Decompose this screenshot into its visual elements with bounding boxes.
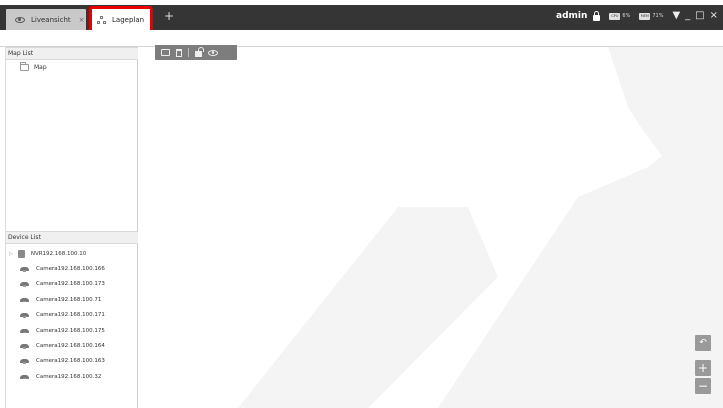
device-row-camera[interactable]: Camera192.168.100.163 — [6, 354, 138, 369]
device-row-camera[interactable]: Camera192.168.100.166 — [6, 261, 138, 276]
device-label: NVR192.168.100.10 — [30, 250, 87, 257]
device-list: ▷ NVR192.168.100.10 Camera192.168.100.16… — [6, 246, 138, 385]
lock-icon[interactable] — [593, 10, 601, 21]
undo-button[interactable]: ↶ — [695, 335, 711, 351]
device-label: Camera192.168.100.166 — [36, 266, 105, 273]
map-folder-icon — [20, 62, 29, 71]
camera-icon — [20, 344, 29, 349]
memory-value: 71% — [652, 13, 664, 19]
app-window: Liveansicht × Lageplan + admin CPU 6% ME… — [0, 0, 723, 408]
device-row-camera[interactable]: Camera192.168.100.32 — [6, 369, 138, 384]
device-label: Camera192.168.100.32 — [36, 373, 102, 380]
watermark-graphic — [238, 47, 723, 408]
camera-icon — [20, 374, 29, 380]
minimize-button[interactable]: _ — [685, 11, 690, 21]
add-tab-button[interactable]: + — [164, 10, 174, 22]
expand-arrow-icon[interactable]: ▷ — [9, 251, 13, 257]
device-row-camera[interactable]: Camera192.168.100.175 — [6, 323, 138, 338]
folder-icon[interactable] — [161, 49, 170, 56]
device-row-camera[interactable]: Camera192.168.100.71 — [6, 292, 138, 307]
zoom-out-button[interactable]: − — [695, 378, 711, 394]
status-area: admin CPU 6% MEM 71% ▼ _ □ × — [556, 8, 723, 24]
device-label: Camera192.168.100.164 — [36, 343, 105, 350]
close-button[interactable]: × — [710, 11, 718, 21]
left-panel: Map List Map Device List ▷ NVR192.168.10… — [5, 47, 138, 408]
camera-icon — [20, 282, 29, 287]
sub-toolbar — [0, 30, 723, 47]
map-list-header: Map List — [6, 47, 138, 60]
watermark-shape-3 — [608, 47, 723, 227]
device-label: Camera192.168.100.173 — [36, 281, 105, 288]
map-network-icon — [97, 15, 107, 25]
camera-icon — [20, 313, 29, 318]
camera-icon — [20, 328, 29, 334]
device-label: Camera192.168.100.71 — [36, 296, 102, 303]
username[interactable]: admin — [556, 11, 587, 21]
camera-icon — [20, 359, 29, 364]
camera-icon — [20, 267, 29, 272]
dropdown-icon[interactable]: ▼ — [672, 11, 680, 21]
watermark-shape-1 — [238, 207, 498, 408]
eye-icon — [15, 16, 25, 23]
title-bar-top-edge — [0, 0, 723, 5]
zoom-in-button[interactable]: + — [695, 360, 711, 376]
tab-lageplan-label: Lageplan — [112, 16, 145, 24]
map-list-item[interactable]: Map — [20, 62, 47, 71]
tab-close-icon[interactable]: × — [79, 16, 85, 24]
watermark — [138, 47, 723, 408]
map-item-label: Map — [34, 64, 47, 71]
title-bar: Liveansicht × Lageplan + admin CPU 6% ME… — [0, 0, 723, 34]
memory-meter: MEM 71% — [639, 12, 664, 20]
device-row-nvr[interactable]: ▷ NVR192.168.100.10 — [6, 246, 138, 261]
maximize-button[interactable]: □ — [695, 11, 704, 21]
cpu-value: 6% — [622, 13, 631, 19]
tab-liveansicht-label: Liveansicht — [31, 15, 71, 24]
map-toolbar — [155, 45, 237, 60]
watermark-shape-2 — [438, 107, 723, 408]
unlock-icon[interactable] — [195, 47, 204, 57]
tab-lageplan[interactable]: Lageplan — [89, 6, 153, 34]
device-row-camera[interactable]: Camera192.168.100.164 — [6, 338, 138, 353]
device-label: Camera192.168.100.171 — [36, 312, 105, 319]
device-label: Camera192.168.100.175 — [36, 327, 105, 334]
trash-icon[interactable] — [176, 48, 182, 57]
cpu-meter: CPU 6% — [609, 12, 631, 20]
camera-icon — [20, 297, 29, 303]
device-row-camera[interactable]: Camera192.168.100.173 — [6, 277, 138, 292]
device-row-camera[interactable]: Camera192.168.100.171 — [6, 308, 138, 323]
device-list-header: Device List — [6, 231, 138, 244]
device-label: Camera192.168.100.163 — [36, 358, 105, 365]
nvr-icon — [17, 249, 25, 258]
tab-liveansicht[interactable]: Liveansicht × — [6, 9, 86, 30]
eye-icon[interactable] — [208, 49, 218, 56]
cpu-label: CPU — [609, 12, 621, 20]
memory-label: MEM — [639, 12, 651, 20]
toolbar-divider — [188, 48, 189, 57]
